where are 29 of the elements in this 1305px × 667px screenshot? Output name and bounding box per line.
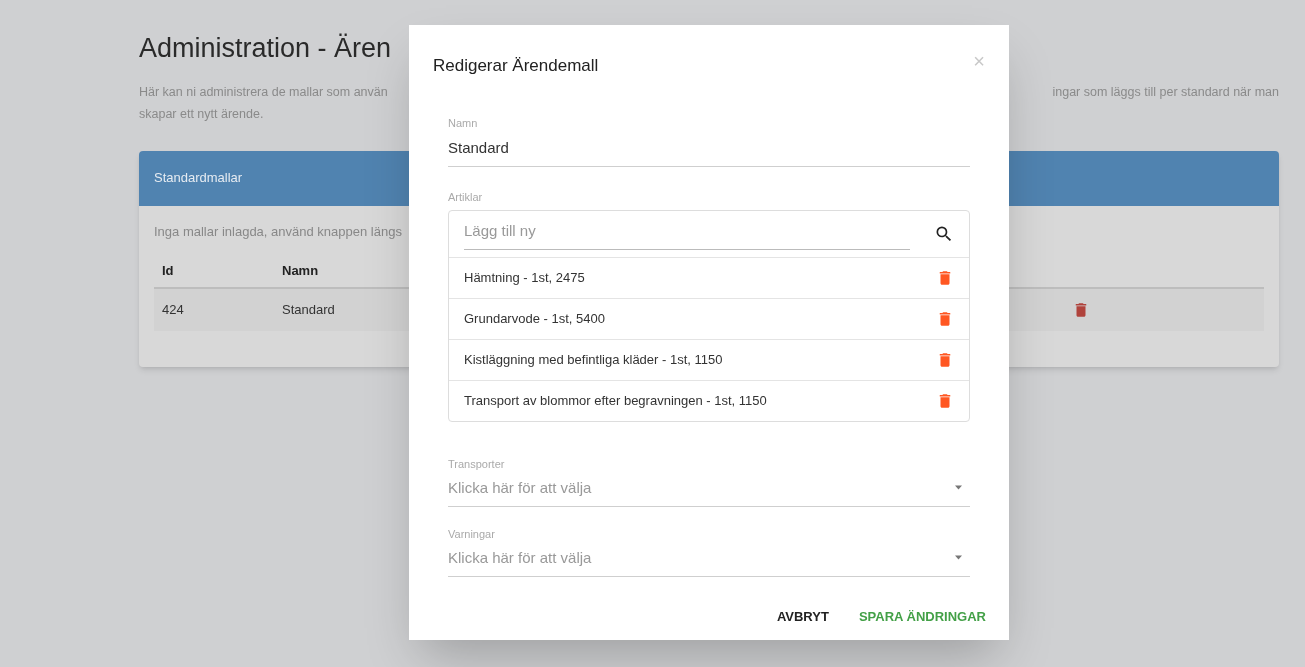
close-button[interactable]: ×	[973, 51, 985, 71]
column-header: Namn	[282, 262, 319, 281]
save-button[interactable]: SPARA ÄNDRINGAR	[858, 607, 986, 627]
description-text: skapar ett nytt ärende.	[139, 105, 264, 123]
search-icon[interactable]	[934, 224, 954, 244]
column-header: Id	[161, 262, 175, 281]
dropdown-caret-icon	[955, 485, 962, 491]
cancel-button[interactable]: AVBRYT	[776, 607, 829, 627]
field-label: Transporter	[448, 457, 505, 472]
empty-text: Inga mallar inlagda, använd knappen längs	[154, 222, 402, 241]
description-text: ingar som läggs till per standard när man	[1052, 83, 1279, 101]
article-text: Grundarvode - 1st, 5400	[464, 310, 605, 329]
table-cell-text: 424	[161, 301, 185, 320]
select-field[interactable]: Klicka här för att välja	[448, 546, 970, 577]
page-title: Administration - Ären	[139, 32, 392, 65]
table-cell: Standard	[282, 302, 335, 318]
field-label: Artiklar	[448, 189, 483, 205]
name-field[interactable]: Standard	[448, 137, 970, 167]
dropdown-caret-icon	[955, 555, 962, 561]
search-field[interactable]: Lägg till ny	[464, 218, 910, 250]
field-label: Namn	[448, 115, 478, 131]
card-title: Standardmallar	[154, 169, 243, 188]
article-text: Transport av blommor efter begravningen - 1st, 1150	[464, 392, 767, 411]
article-text: Kistläggning med befintliga kläder - 1st, 1150	[464, 351, 723, 370]
select-field[interactable]: Klicka här för att välja	[448, 476, 970, 507]
field-label: Varningar	[448, 527, 495, 542]
description-text: Här kan ni administrera de mallar som använ	[139, 83, 388, 101]
dialog-title: Redigerar Ärendemall	[433, 55, 599, 77]
article-text: Hämtning - 1st, 2475	[464, 269, 585, 288]
